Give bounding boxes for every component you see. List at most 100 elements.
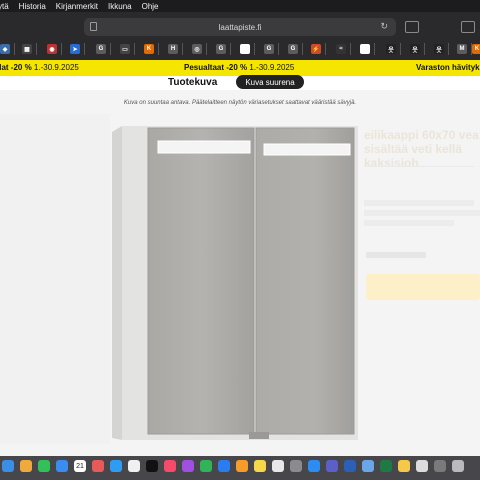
browser-chrome: laattapiste.fi ↻ ◆ ▦ ◉ ➤ G ▭ K H ◎ G ▣ G G ⚡ ≈ ▲ 웃 웃 웃 M K — [0, 12, 480, 60]
g-icon-4[interactable]: G — [288, 44, 298, 54]
menu-bookmarks[interactable]: Kirjanmerkit — [56, 2, 98, 11]
apple-tv-icon[interactable] — [146, 460, 158, 472]
mountain-icon[interactable]: ▲ — [360, 44, 370, 54]
preview-icon[interactable] — [362, 460, 374, 472]
bookmark-separator — [84, 43, 85, 55]
pin-icon[interactable]: ◆ — [0, 44, 10, 54]
photos-icon[interactable] — [20, 460, 32, 472]
bookmark-separator — [182, 43, 183, 55]
notes-icon[interactable] — [254, 460, 266, 472]
cabinet-door-right — [255, 127, 355, 435]
page-icon — [90, 22, 97, 31]
files-icon[interactable] — [416, 460, 428, 472]
blocks-icon[interactable]: ▦ — [22, 44, 32, 54]
mirror-cabinet-image — [112, 126, 358, 440]
promo-banner: ilat -20 % 1.-30.9.2025 Pesualtaat -20 %… — [0, 60, 480, 76]
bookmark-separator — [134, 43, 135, 55]
settings-icon[interactable] — [290, 460, 302, 472]
bookmark-separator — [230, 43, 231, 55]
cabinet-bottom-fixture — [249, 432, 269, 439]
word-icon[interactable] — [344, 460, 356, 472]
grid-icon[interactable]: ▣ — [240, 44, 250, 54]
finder-icon[interactable] — [2, 460, 14, 472]
bookmark-separator — [158, 43, 159, 55]
red-logo-icon[interactable]: ◉ — [47, 44, 57, 54]
podcasts-icon[interactable] — [182, 460, 194, 472]
printer-icon[interactable] — [434, 460, 446, 472]
bookmark-separator — [424, 43, 425, 55]
google-icon[interactable]: G — [96, 44, 106, 54]
wave-icon[interactable]: ≈ — [336, 44, 346, 54]
music-icon[interactable] — [164, 460, 176, 472]
bookmark-separator — [278, 43, 279, 55]
menu-file[interactable]: ytä — [0, 2, 9, 11]
bookmarks-bar: ◆ ▦ ◉ ➤ G ▭ K H ◎ G ▣ G G ⚡ ≈ ▲ 웃 웃 웃 M K — [0, 40, 480, 58]
facetime-icon[interactable] — [38, 460, 50, 472]
chrome-icon[interactable] — [272, 460, 284, 472]
pages-icon[interactable] — [236, 460, 248, 472]
trash-icon[interactable] — [452, 460, 464, 472]
promo-left-dates: 1.-30.9.2025 — [31, 63, 79, 72]
safari-icon[interactable] — [110, 460, 122, 472]
bookmark-separator — [325, 43, 326, 55]
menu-window[interactable]: Ikkuna — [108, 2, 132, 11]
numbers-icon[interactable] — [200, 460, 212, 472]
cabinet-side-left — [112, 126, 122, 440]
led-strip-left — [157, 140, 251, 154]
dock: 21 — [0, 456, 480, 480]
url-text: laattapiste.fi — [218, 22, 262, 32]
m-icon[interactable]: M — [457, 44, 467, 54]
bookmark-separator — [350, 43, 351, 55]
bookmark-separator — [254, 43, 255, 55]
person-icon-1[interactable]: 웃 — [386, 44, 396, 54]
mail-icon[interactable] — [56, 460, 68, 472]
arrow-icon[interactable]: ➤ — [70, 44, 80, 54]
person-icon-2[interactable]: 웃 — [410, 44, 420, 54]
reminders-icon[interactable] — [128, 460, 140, 472]
tab-product-image[interactable]: Tuotekuva — [168, 77, 217, 88]
person-icon-3[interactable]: 웃 — [434, 44, 444, 54]
bolt-icon[interactable]: ⚡ — [311, 44, 321, 54]
menu-bar: ytä Historia Kirjanmerkit Ikkuna Ohje — [0, 0, 480, 12]
g-icon-3[interactable]: G — [264, 44, 274, 54]
tab-overview-icon[interactable] — [461, 21, 475, 33]
promo-left-bold: ilat -20 % — [0, 63, 32, 72]
keynote-icon[interactable] — [218, 460, 230, 472]
menu-history[interactable]: Historia — [19, 2, 46, 11]
sidebar-toggle-icon[interactable] — [405, 21, 419, 33]
color-disclaimer: Kuva on suuntaa antava. Päätelaitteen nä… — [123, 100, 357, 106]
promo-mid-bold: Pesualtaat -20 % — [184, 63, 248, 72]
promo-right: Varaston hävityksl — [416, 63, 480, 72]
promo-left: ilat -20 % 1.-30.9.2025 — [0, 63, 79, 72]
view-large-button[interactable]: Kuva suurena — [236, 75, 304, 89]
bookmark-separator — [374, 43, 375, 55]
calendar-icon[interactable]: 21 — [74, 460, 86, 472]
menu-help[interactable]: Ohje — [142, 2, 159, 11]
promo-middle: Pesualtaat -20 % 1.-30.9.2025 — [184, 63, 294, 72]
bookmark-separator — [14, 43, 15, 55]
promo-right-bold: Varaston hävityksl — [416, 63, 480, 72]
h-icon[interactable]: H — [168, 44, 178, 54]
pinwheel-icon[interactable] — [92, 460, 104, 472]
k-icon[interactable]: K — [144, 44, 154, 54]
bookmark-separator — [302, 43, 303, 55]
teams-icon[interactable] — [326, 460, 338, 472]
app-store-icon[interactable] — [308, 460, 320, 472]
circle-icon[interactable]: ◎ — [192, 44, 202, 54]
bookmark-separator — [206, 43, 207, 55]
card-icon[interactable]: ▭ — [120, 44, 130, 54]
bookmark-separator — [400, 43, 401, 55]
promo-mid-dates: 1.-30.9.2025 — [247, 63, 295, 72]
cabinet-door-left — [147, 127, 255, 435]
bookmark-separator — [448, 43, 449, 55]
g-icon-2[interactable]: G — [216, 44, 226, 54]
excel-icon[interactable] — [380, 460, 392, 472]
bookmark-separator — [61, 43, 62, 55]
bookmark-separator — [110, 43, 111, 55]
bookmark-separator — [36, 43, 37, 55]
led-strip-right — [263, 143, 351, 156]
k-icon-2[interactable]: K — [472, 44, 480, 54]
address-bar[interactable]: laattapiste.fi ↻ — [84, 18, 396, 36]
bulb-icon[interactable] — [398, 460, 410, 472]
reload-icon[interactable]: ↻ — [380, 21, 388, 32]
